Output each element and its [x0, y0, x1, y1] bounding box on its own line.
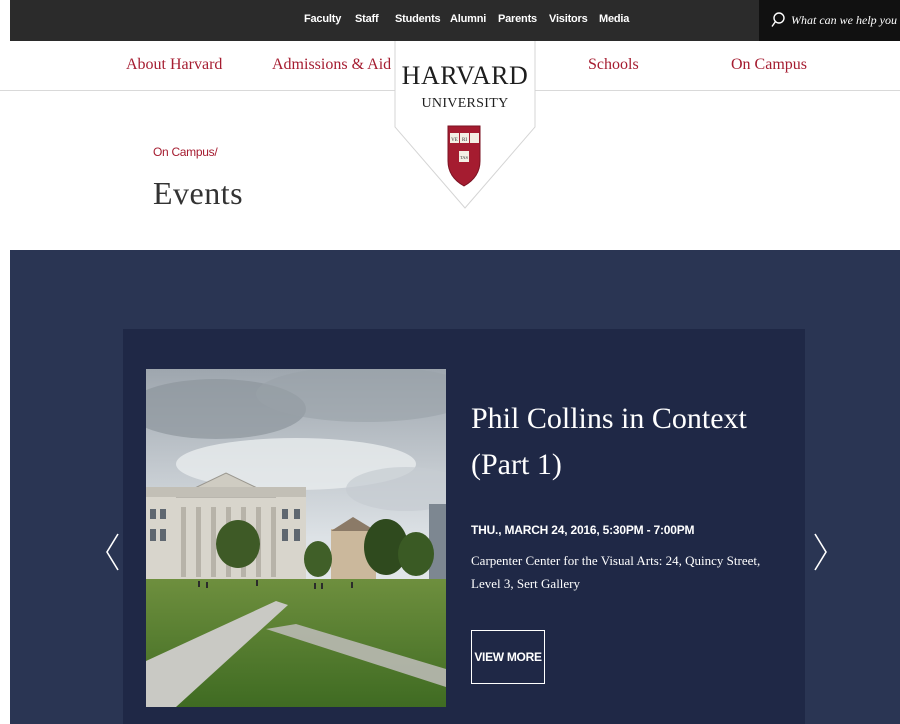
events-hero: Phil Collins in Context (Part 1) THU., M… — [10, 250, 900, 724]
utility-bar: Faculty Staff Students Alumni Parents Vi… — [10, 0, 900, 41]
utility-link-staff[interactable]: Staff — [355, 13, 379, 25]
logo-subtitle: UNIVERSITY — [421, 96, 509, 111]
utility-link-faculty[interactable]: Faculty — [304, 13, 341, 25]
utility-link-alumni[interactable]: Alumni — [450, 13, 486, 25]
crest-letters-ve: VE — [451, 138, 458, 143]
chevron-right-icon[interactable] — [810, 530, 830, 574]
veritas-crest-icon: VE RI TAS — [447, 125, 481, 187]
utility-nav: Faculty Staff Students Alumni Parents Vi… — [10, 0, 760, 41]
nav-admissions-aid[interactable]: Admissions & Aid — [272, 56, 391, 74]
utility-link-students[interactable]: Students — [395, 13, 441, 25]
search-icon[interactable] — [771, 12, 785, 28]
crest-letters-tas: TAS — [460, 155, 469, 160]
search-input[interactable] — [791, 11, 900, 29]
featured-event-card: Phil Collins in Context (Part 1) THU., M… — [123, 329, 805, 724]
nav-about-harvard[interactable]: About Harvard — [126, 56, 222, 74]
event-title[interactable]: Phil Collins in Context (Part 1) — [471, 396, 771, 488]
event-photo — [146, 369, 446, 707]
crest-letters-ri: RI — [462, 138, 467, 143]
nav-schools[interactable]: Schools — [588, 56, 639, 74]
breadcrumb-on-campus[interactable]: On Campus/ — [153, 145, 218, 159]
logo-title: HARVARD — [401, 61, 529, 90]
utility-link-parents[interactable]: Parents — [498, 13, 537, 25]
event-location: Carpenter Center for the Visual Arts: 24… — [471, 553, 761, 591]
search-box[interactable] — [759, 0, 900, 41]
utility-link-media[interactable]: Media — [599, 13, 629, 25]
chevron-left-icon[interactable] — [103, 530, 123, 574]
harvard-logo[interactable]: HARVARD UNIVERSITY VE RI TAS — [394, 41, 536, 209]
utility-link-visitors[interactable]: Visitors — [549, 13, 588, 25]
event-datetime: THU., MARCH 24, 2016, 5:30PM - 7:00PM — [471, 523, 695, 537]
view-more-button[interactable]: VIEW MORE — [471, 630, 545, 684]
nav-on-campus[interactable]: On Campus — [731, 56, 807, 74]
page-title: Events — [153, 175, 244, 211]
